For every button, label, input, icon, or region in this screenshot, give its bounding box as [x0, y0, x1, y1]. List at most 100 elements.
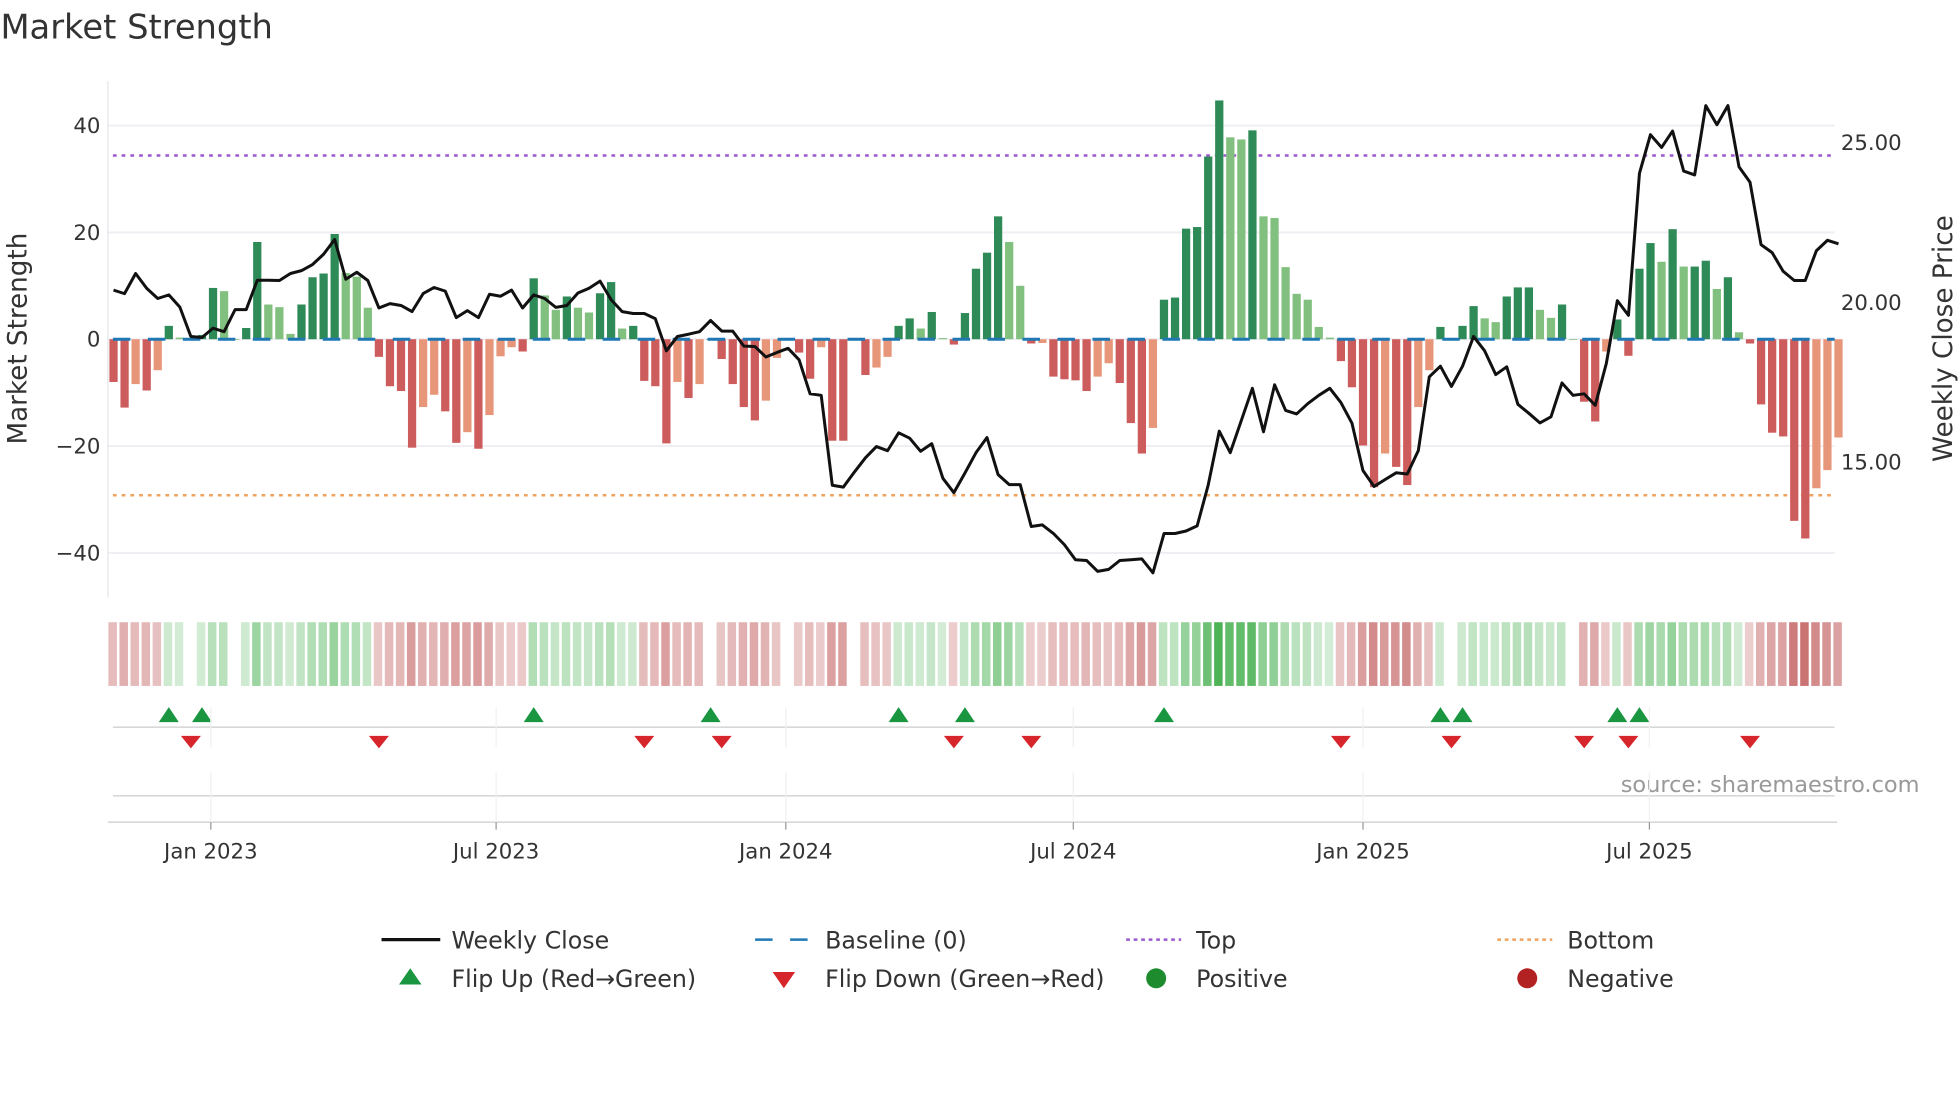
strength-bar: [153, 339, 162, 371]
strength-bar: [1281, 267, 1290, 340]
circle-icon: [1146, 968, 1167, 989]
heat-cell: [517, 622, 527, 686]
legend-label: Flip Up (Red→Green): [451, 965, 696, 993]
y2-axis-label: Weekly Close Price: [1929, 215, 1959, 462]
heat-cell: [1733, 622, 1743, 686]
strength-bar: [374, 339, 384, 357]
heat-cell: [340, 622, 350, 686]
heat-cell: [628, 622, 637, 686]
heat-cell: [462, 622, 471, 686]
heat-cell: [661, 622, 670, 686]
heat-cell: [1037, 622, 1046, 686]
heat-cell: [1490, 622, 1500, 686]
strength-bar: [120, 339, 129, 408]
strength-heat-strip: [108, 622, 1842, 686]
flip-down-marker: [1618, 735, 1639, 749]
heat-cell: [1778, 622, 1787, 686]
legend-label: Baseline (0): [825, 926, 967, 954]
heat-cell: [1092, 622, 1102, 686]
x-tick-label: Jan 2025: [1314, 839, 1410, 864]
heat-cell: [782, 622, 792, 686]
heat-cell: [119, 622, 128, 686]
circle-icon: [1517, 968, 1538, 989]
heat-cell: [351, 622, 361, 686]
heat-cell: [185, 622, 195, 686]
x-axis-ticks: Jan 2023 Jul 2023 Jan 2024 Jul 2024 Jan 2025…: [162, 707, 1693, 864]
strength-bar: [993, 216, 1003, 340]
heat-cell: [583, 622, 593, 686]
strength-bar: [1403, 339, 1412, 486]
heat-cell: [970, 622, 980, 686]
heat-cell: [1158, 622, 1168, 686]
strength-bar: [1292, 293, 1301, 340]
heat-cell: [805, 622, 814, 686]
strength-bar: [905, 318, 914, 340]
heat-cell: [1800, 622, 1809, 686]
heat-cell: [406, 622, 416, 686]
heat-cell: [1512, 622, 1522, 686]
strength-bar: [927, 311, 936, 340]
heat-cell: [1711, 622, 1721, 686]
heat-cell: [1070, 622, 1079, 686]
heat-cell: [1335, 622, 1345, 686]
strength-bars: [109, 100, 1843, 539]
heat-cell: [1203, 622, 1212, 686]
heat-cell: [108, 622, 117, 686]
heat-cell: [1081, 622, 1090, 686]
heat-cell: [605, 622, 615, 686]
flip-up-marker: [1452, 707, 1473, 723]
heat-cell: [1258, 622, 1267, 686]
strength-bar: [529, 278, 538, 340]
flip-up-marker: [1153, 707, 1174, 723]
strength-bar: [1148, 339, 1158, 428]
y2-tick-label: 15.00: [1841, 451, 1902, 476]
heat-cell: [1114, 622, 1124, 686]
heat-cell: [1236, 622, 1245, 686]
strength-bar: [551, 309, 560, 340]
strength-bar: [1248, 130, 1257, 340]
heat-cell: [981, 622, 991, 686]
heat-cell: [992, 622, 1002, 686]
strength-bar: [1347, 339, 1357, 388]
strength-bar: [1690, 266, 1699, 340]
triangle-down-icon: [772, 972, 796, 989]
y-tick-label: −20: [56, 435, 101, 460]
heat-cell: [738, 622, 748, 686]
strength-bar: [474, 339, 483, 449]
heat-cell: [838, 622, 847, 686]
strength-bar: [1381, 339, 1390, 454]
heat-cell: [860, 622, 869, 686]
strength-bar: [872, 339, 881, 368]
strength-bar: [1425, 339, 1434, 371]
strength-bar: [1679, 266, 1688, 340]
heat-cell: [495, 622, 504, 686]
flip-up-marker: [700, 707, 721, 723]
strength-bar: [894, 325, 903, 340]
strength-bar: [861, 339, 870, 376]
flip-down-marker: [1021, 735, 1042, 749]
heat-cell: [893, 622, 902, 686]
heat-cell: [451, 622, 460, 686]
heat-cell: [1346, 622, 1356, 686]
heat-cell: [207, 622, 217, 686]
strength-bar: [275, 307, 284, 340]
strength-bar: [242, 328, 251, 340]
heat-cell: [218, 622, 228, 686]
strength-bar: [142, 339, 151, 391]
strength-bar: [1358, 339, 1368, 446]
heat-cell: [1833, 622, 1842, 686]
heat-cell: [1556, 622, 1566, 686]
heat-cell: [1468, 622, 1477, 686]
heat-cell: [683, 622, 692, 686]
heat-cell: [1567, 622, 1577, 686]
flip-down-marker: [711, 735, 732, 749]
strength-bar: [1016, 285, 1025, 340]
heat-cell: [1755, 622, 1765, 686]
strength-bar: [1513, 287, 1522, 340]
flip-up-marker: [523, 707, 544, 723]
heat-cell: [1103, 622, 1113, 686]
strength-bar: [1591, 339, 1600, 422]
y2-tick-label: 20.00: [1841, 291, 1902, 316]
strength-bar: [1060, 339, 1069, 380]
strength-bar: [1181, 228, 1191, 340]
